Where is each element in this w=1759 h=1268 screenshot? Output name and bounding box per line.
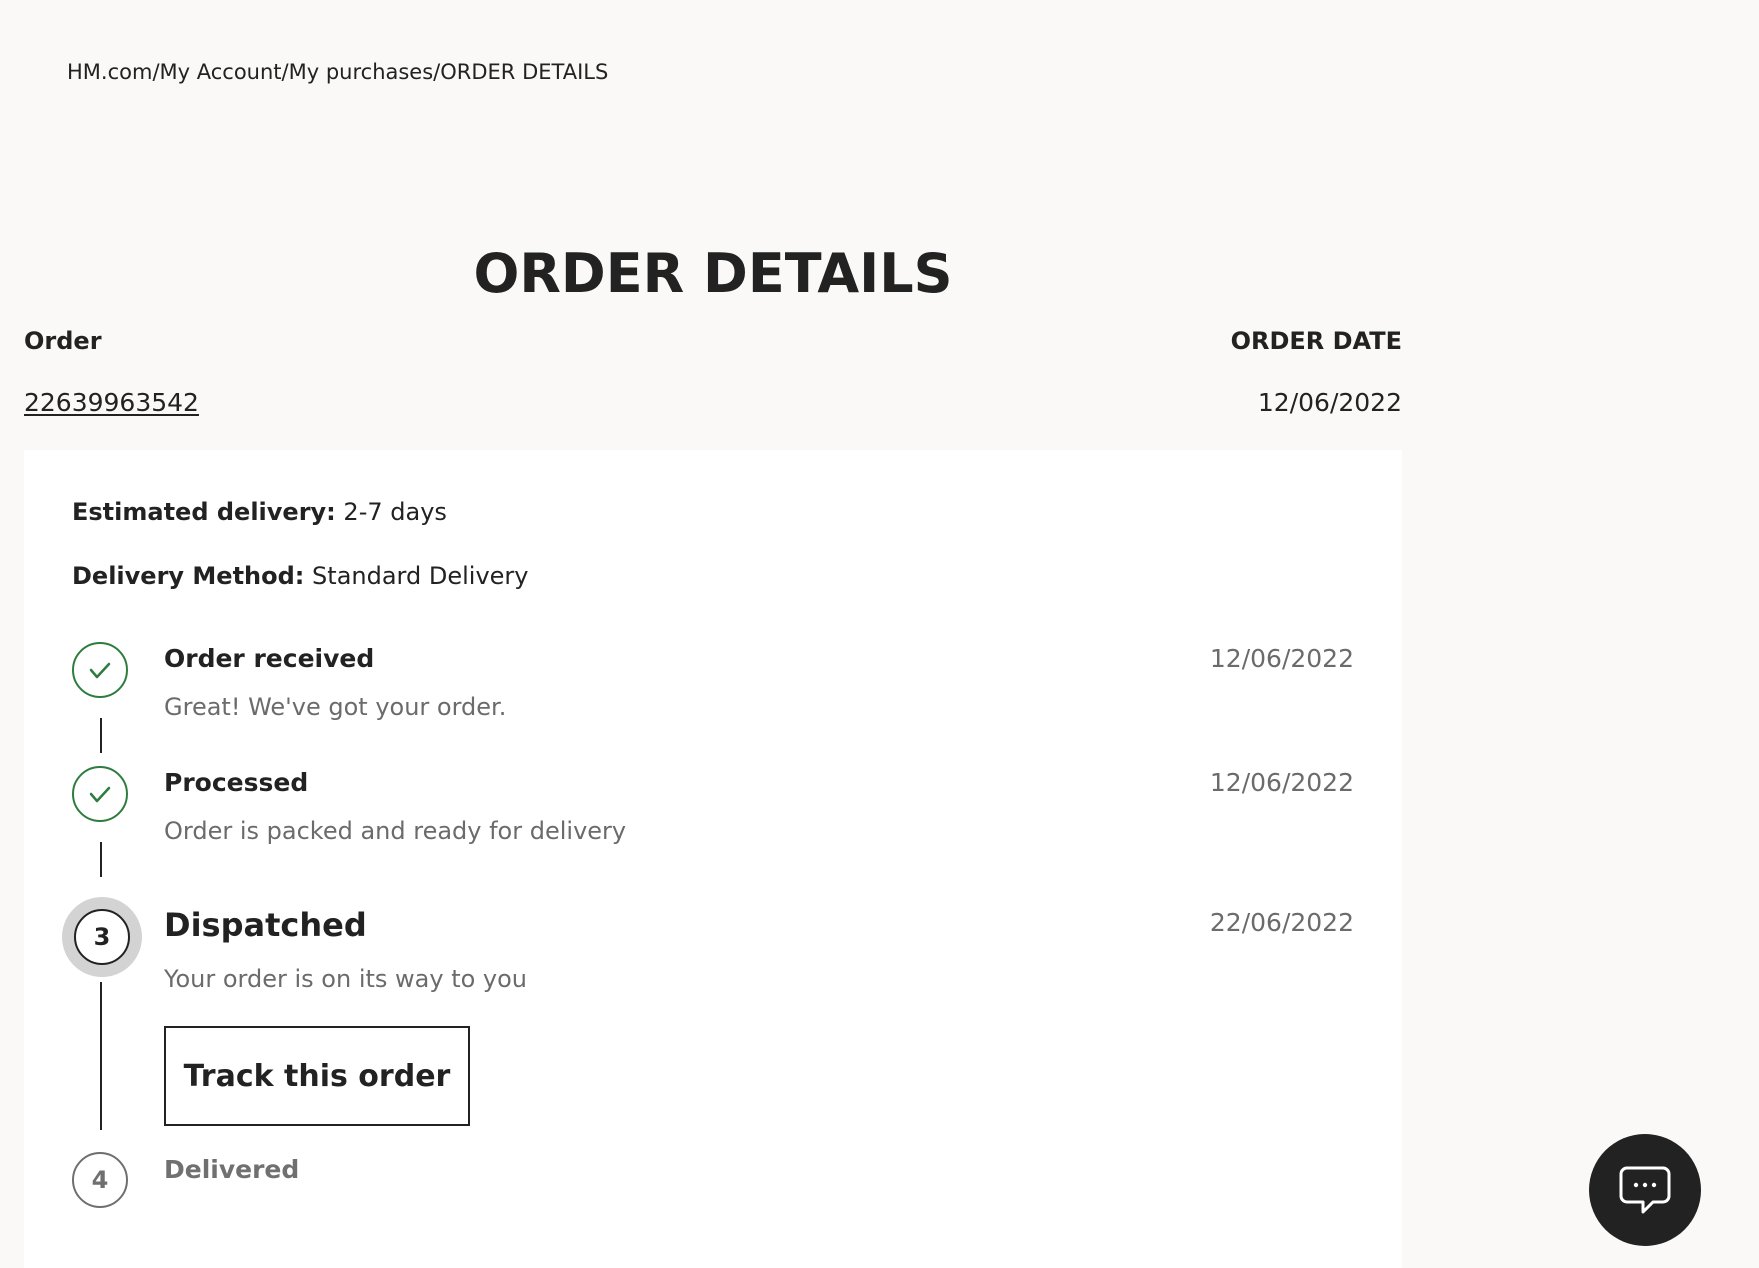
breadcrumb-separator: /	[281, 60, 289, 84]
breadcrumb-my-account-link[interactable]: My Account	[160, 60, 282, 84]
breadcrumb: HM.com/My Account/My purchases/ORDER DET…	[67, 60, 608, 84]
delivery-method-value: Standard Delivery	[312, 562, 529, 590]
order-date-value: 12/06/2022	[1257, 388, 1402, 417]
step-number-3: 3	[74, 909, 130, 965]
step-processed-date: 12/06/2022	[1209, 768, 1354, 797]
step-order-received-description: Great! We've got your order.	[164, 693, 507, 721]
page-title: ORDER DETAILS	[473, 242, 953, 305]
estimated-delivery-value: 2-7 days	[343, 498, 447, 526]
breadcrumb-my-purchases-link[interactable]: My purchases	[289, 60, 434, 84]
step-dispatched-title: Dispatched	[164, 906, 367, 944]
step-processed-marker	[72, 766, 128, 822]
step-connector	[100, 982, 102, 1130]
breadcrumb-separator: /	[152, 60, 160, 84]
order-date-label: ORDER DATE	[1230, 327, 1402, 355]
step-delivered-title: Delivered	[164, 1155, 300, 1184]
delivery-method: Delivery Method: Standard Delivery	[72, 562, 528, 590]
estimated-delivery-label: Estimated delivery:	[72, 498, 336, 526]
breadcrumb-home-link[interactable]: HM.com	[67, 60, 152, 84]
step-dispatched-marker: 3	[62, 897, 142, 977]
order-number-label: Order	[24, 327, 102, 355]
step-dispatched-description: Your order is on its way to you	[164, 965, 528, 993]
check-icon	[89, 662, 111, 679]
step-order-received-title: Order received	[164, 644, 375, 673]
chat-button[interactable]	[1589, 1134, 1701, 1246]
step-processed-description: Order is packed and ready for delivery	[164, 817, 627, 845]
estimated-delivery: Estimated delivery: 2-7 days	[72, 498, 447, 526]
step-delivered-marker: 4	[72, 1152, 128, 1208]
step-processed-title: Processed	[164, 768, 309, 797]
delivery-method-label: Delivery Method:	[72, 562, 305, 590]
step-connector	[100, 718, 102, 753]
order-status-card: Estimated delivery: 2-7 days Delivery Me…	[24, 450, 1402, 1268]
step-order-received-date: 12/06/2022	[1209, 644, 1354, 673]
step-connector	[100, 842, 102, 877]
order-number-link[interactable]: 22639963542	[24, 388, 199, 417]
track-order-button[interactable]: Track this order	[164, 1026, 470, 1126]
step-order-received-marker	[72, 642, 128, 698]
step-number-4: 4	[91, 1166, 109, 1194]
check-icon	[89, 786, 111, 803]
breadcrumb-current-page: ORDER DETAILS	[440, 60, 609, 84]
step-dispatched-date: 22/06/2022	[1209, 908, 1354, 937]
chat-bubble-icon	[1619, 1166, 1671, 1214]
